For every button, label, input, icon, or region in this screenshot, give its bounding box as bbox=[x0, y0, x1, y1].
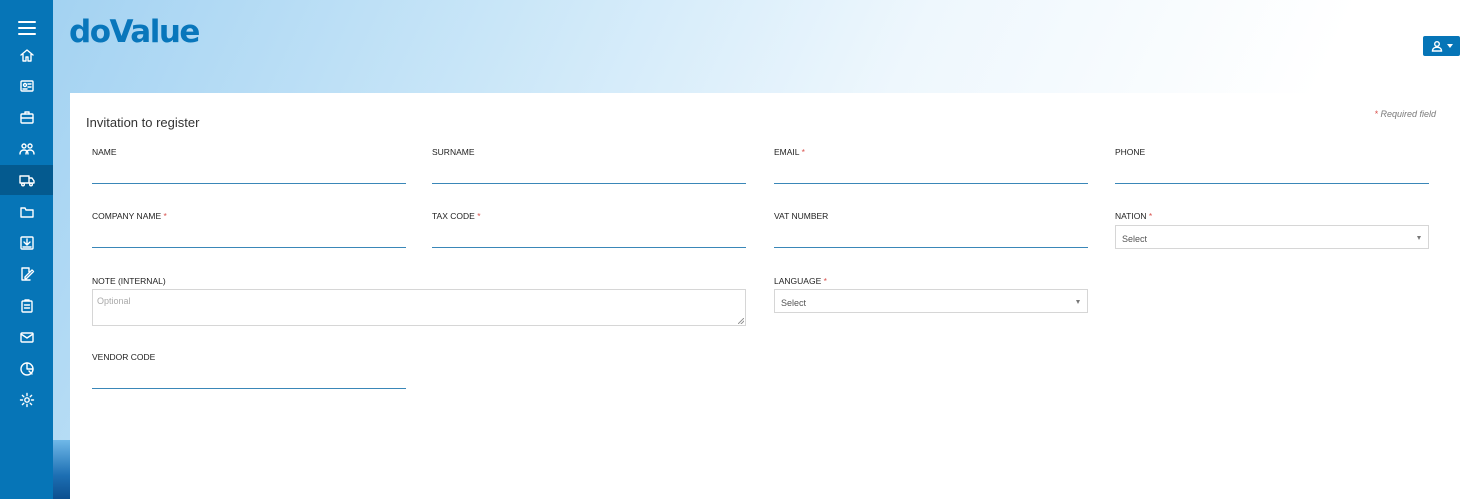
form-title: Invitation to register bbox=[86, 115, 200, 130]
company-name-input[interactable] bbox=[92, 230, 406, 248]
vat-number-label: VAT NUMBER bbox=[774, 211, 829, 221]
vendor-code-input[interactable] bbox=[92, 371, 406, 389]
vendor-code-label: VENDOR CODE bbox=[92, 352, 156, 362]
sidebar-item-reports[interactable] bbox=[0, 354, 53, 384]
id-card-icon bbox=[19, 80, 34, 92]
required-field-note: * Required field bbox=[1374, 109, 1436, 119]
sidebar-item-home[interactable] bbox=[0, 40, 53, 70]
language-select[interactable]: Select bbox=[774, 289, 1088, 313]
note-textarea[interactable]: Optional bbox=[92, 289, 746, 326]
surname-input[interactable] bbox=[432, 166, 746, 184]
sidebar-item-edit[interactable] bbox=[0, 259, 53, 289]
chevron-down-icon bbox=[1446, 44, 1453, 48]
pie-chart-icon bbox=[19, 362, 34, 376]
sidebar-item-users[interactable] bbox=[0, 134, 53, 164]
truck-icon bbox=[18, 175, 35, 187]
sidebar-item-downloads[interactable] bbox=[0, 228, 53, 258]
sidebar-item-settings[interactable] bbox=[0, 385, 53, 415]
email-label: EMAIL * bbox=[774, 147, 805, 157]
user-menu-button[interactable] bbox=[1423, 36, 1460, 56]
sidebar bbox=[0, 0, 53, 499]
gear-icon bbox=[19, 392, 34, 408]
sidebar-item-registry[interactable] bbox=[0, 71, 53, 101]
phone-input[interactable] bbox=[1115, 166, 1429, 184]
language-label: LANGUAGE * bbox=[774, 276, 827, 286]
registration-form: * Required field Invitation to register … bbox=[70, 93, 1467, 499]
download-box-icon bbox=[19, 236, 34, 250]
tax-code-label: TAX CODE * bbox=[432, 211, 481, 221]
surname-label: SURNAME bbox=[432, 147, 475, 157]
folder-icon bbox=[19, 207, 34, 218]
note-label: NOTE (INTERNAL) bbox=[92, 276, 166, 286]
name-input[interactable] bbox=[92, 166, 406, 184]
background-wave bbox=[53, 440, 70, 499]
sidebar-item-documents[interactable] bbox=[0, 197, 53, 227]
sidebar-item-portfolio[interactable] bbox=[0, 102, 53, 132]
edit-document-icon bbox=[20, 267, 34, 281]
briefcase-icon bbox=[19, 111, 34, 124]
logo: doValue bbox=[69, 14, 200, 50]
home-icon bbox=[19, 49, 34, 62]
user-icon bbox=[1431, 41, 1442, 52]
users-icon bbox=[18, 143, 35, 155]
chevron-down-icon bbox=[1417, 236, 1421, 240]
clipboard-icon bbox=[20, 299, 33, 313]
sidebar-item-messages[interactable] bbox=[0, 322, 53, 352]
sidebar-item-vendors[interactable] bbox=[0, 165, 53, 195]
menu-button[interactable] bbox=[0, 13, 53, 43]
menu-icon bbox=[17, 21, 36, 35]
mail-icon bbox=[19, 332, 34, 343]
email-input[interactable] bbox=[774, 166, 1088, 184]
tax-code-input[interactable] bbox=[432, 230, 746, 248]
company-name-label: COMPANY NAME * bbox=[92, 211, 167, 221]
chevron-down-icon bbox=[1076, 300, 1080, 304]
nation-label: NATION * bbox=[1115, 211, 1153, 221]
name-label: NAME bbox=[92, 147, 117, 157]
nation-select[interactable]: Select bbox=[1115, 225, 1429, 249]
phone-label: PHONE bbox=[1115, 147, 1146, 157]
resize-handle[interactable] bbox=[738, 318, 744, 324]
vat-number-input[interactable] bbox=[774, 230, 1088, 248]
sidebar-item-tasks[interactable] bbox=[0, 291, 53, 321]
